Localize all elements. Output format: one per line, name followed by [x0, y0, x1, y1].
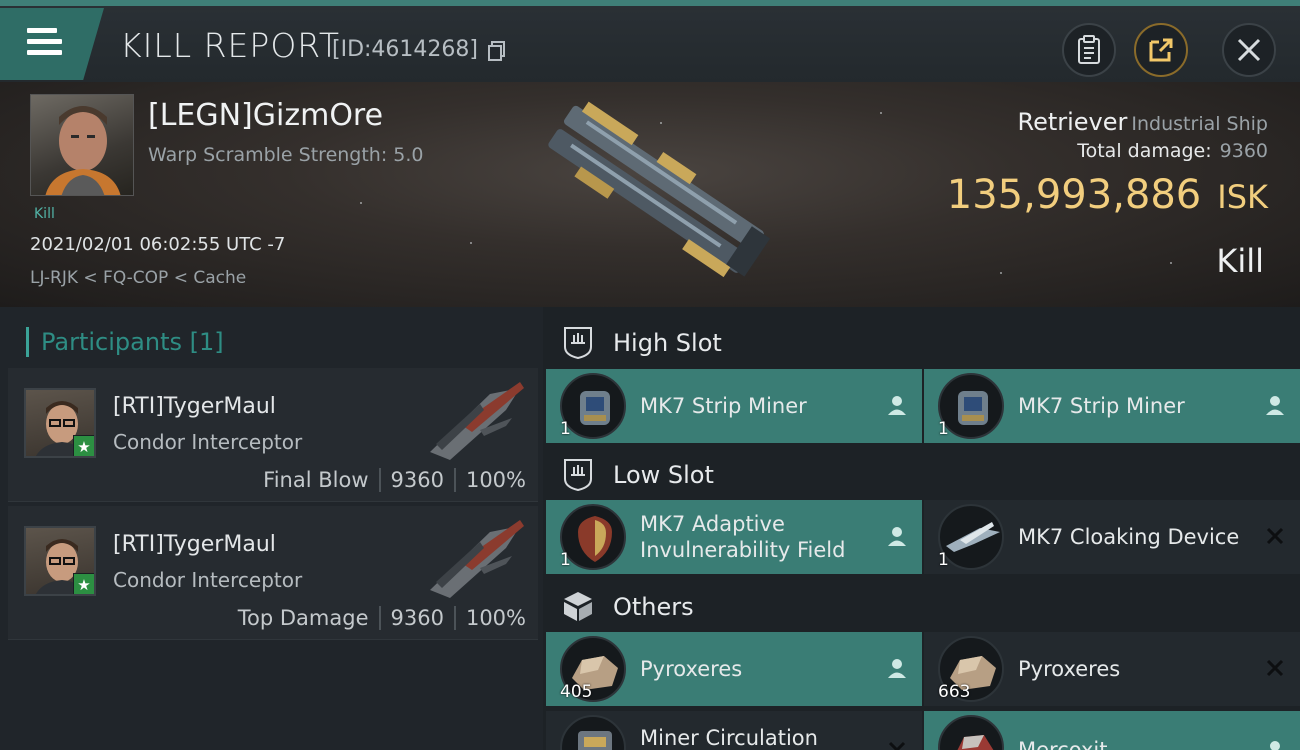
item-name: Pyroxeres — [1018, 657, 1121, 681]
item-name: Pyroxeres — [640, 657, 743, 681]
victim-ship-image[interactable] — [520, 94, 790, 289]
participant-role: Final Blow — [263, 468, 369, 492]
star-badge-icon: ★ — [73, 573, 94, 594]
victim-ship-class: Industrial Ship — [1131, 113, 1268, 135]
participant-row[interactable]: ★ [RTI]TygerMaul Condor Interceptor Top … — [8, 506, 538, 640]
participant-percent: 100% — [465, 468, 526, 492]
kill-result-label: Kill — [1216, 242, 1264, 280]
participant-ship-image[interactable] — [420, 512, 530, 604]
participants-header: Participants [1] — [26, 327, 224, 357]
participant-percent: 100% — [465, 606, 526, 630]
fitting-item[interactable]: 1 MK7 Cloaking Device — [924, 500, 1300, 574]
item-quantity: 1 — [560, 419, 571, 439]
fitting-item[interactable]: 1 MK7 Strip Miner — [924, 369, 1300, 443]
fitting-item[interactable]: 1 MK7 Adaptive Invulnerability Field — [546, 500, 922, 574]
x-icon — [888, 741, 906, 750]
share-button[interactable] — [1134, 23, 1188, 77]
victim-summary: [LEGN]GizmOre Warp Scramble Strength: 5.… — [0, 82, 1300, 307]
warp-scramble-strength: Warp Scramble Strength: 5.0 — [148, 144, 424, 166]
others-title: Others — [613, 593, 694, 621]
total-damage: Total damage: 9360 — [1077, 140, 1268, 162]
item-name: MK7 Adaptive Invulnerability Field — [640, 512, 846, 562]
clipboard-button[interactable] — [1062, 23, 1116, 77]
x-icon — [1266, 659, 1284, 677]
low-slot-icon — [564, 459, 592, 491]
star-badge-icon: ★ — [73, 435, 94, 456]
close-button[interactable] — [1222, 23, 1276, 77]
page-title: KILL REPORT — [120, 26, 340, 65]
participant-ship-image[interactable] — [420, 374, 530, 466]
participant-name[interactable]: [RTI]TygerMaul — [113, 394, 276, 419]
victim-ship-type[interactable]: Retriever Industrial Ship — [1017, 108, 1268, 136]
low-slot-header: Low Slot — [543, 443, 1300, 503]
item-name: MK7 Strip Miner — [1018, 394, 1185, 418]
person-icon — [888, 396, 906, 415]
fittings-panel: High Slot 1 MK7 Strip Miner 1 MK7 Strip … — [543, 307, 1300, 750]
participant-ship: Condor Interceptor — [113, 568, 303, 592]
participant-avatar[interactable]: ★ — [24, 526, 96, 596]
total-damage-label: Total damage: — [1077, 140, 1212, 162]
participant-stats: Top Damage 9360 100% — [238, 606, 526, 630]
person-icon — [1266, 396, 1284, 415]
cargo-box-icon — [564, 592, 592, 621]
person-icon — [1270, 741, 1280, 750]
x-icon — [1266, 527, 1284, 545]
item-quantity: 1 — [560, 550, 571, 570]
cargo-item[interactable]: Mercoxit — [924, 711, 1300, 750]
high-slot-icon — [564, 327, 592, 359]
title-bar: KILL REPORT [ID:4614268] — [0, 0, 1300, 82]
hamburger-icon — [27, 28, 62, 61]
participant-damage: 9360 — [390, 606, 444, 630]
kill-tag: Kill — [34, 206, 55, 222]
cargo-item[interactable]: 405 Pyroxeres — [546, 632, 922, 706]
victim-avatar[interactable] — [30, 94, 134, 196]
kill-datetime: 2021/02/01 06:02:55 UTC -7 — [30, 234, 286, 255]
item-name: MK7 Strip Miner — [640, 394, 807, 418]
report-id: [ID:4614268] — [332, 37, 478, 62]
cargo-item[interactable]: 663 Pyroxeres — [924, 632, 1300, 706]
item-quantity: 405 — [560, 682, 593, 702]
participant-name[interactable]: [RTI]TygerMaul — [113, 532, 276, 557]
item-quantity: 1 — [938, 550, 949, 570]
item-quantity: 1 — [938, 419, 949, 439]
item-name: Miner Circulation — [640, 726, 818, 750]
close-icon — [1237, 38, 1261, 62]
isk-value: 135,993,886 ISK — [947, 172, 1268, 218]
menu-button[interactable] — [0, 8, 104, 80]
isk-amount: 135,993,886 — [946, 172, 1202, 218]
person-icon — [888, 659, 906, 678]
cargo-item[interactable]: Miner Circulation — [546, 711, 922, 750]
share-icon — [1149, 38, 1173, 62]
item-name: MK7 Cloaking Device — [1018, 525, 1240, 549]
total-damage-value: 9360 — [1219, 140, 1268, 162]
victim-name[interactable]: [LEGN]GizmOre — [148, 98, 383, 133]
high-slot-title: High Slot — [613, 329, 722, 357]
item-quantity: 663 — [938, 682, 971, 702]
high-slot-header: High Slot — [543, 311, 1300, 371]
participant-role: Top Damage — [237, 606, 369, 630]
victim-ship-name: Retriever — [1017, 108, 1128, 136]
participant-stats: Final Blow 9360 100% — [263, 468, 526, 492]
item-name: Mercoxit — [1018, 738, 1108, 750]
participants-panel: Participants [1] ★ [RTI]TygerMaul Condor… — [0, 307, 543, 750]
ore-icon — [938, 715, 1004, 750]
isk-unit: ISK — [1217, 178, 1268, 216]
clipboard-icon — [1078, 35, 1100, 64]
participant-row[interactable]: ★ [RTI]TygerMaul Condor Interceptor Fina… — [8, 368, 538, 502]
participant-damage: 9360 — [390, 468, 444, 492]
kill-location[interactable]: LJ-RJK < FQ-COP < Cache — [30, 268, 246, 288]
low-slot-title: Low Slot — [613, 461, 714, 489]
others-header: Others — [543, 575, 1300, 635]
fitting-item[interactable]: 1 MK7 Strip Miner — [546, 369, 922, 443]
participant-avatar[interactable]: ★ — [24, 388, 96, 458]
person-icon — [888, 527, 906, 546]
copy-icon[interactable] — [488, 41, 505, 61]
module-icon — [560, 715, 626, 750]
participant-ship: Condor Interceptor — [113, 430, 303, 454]
